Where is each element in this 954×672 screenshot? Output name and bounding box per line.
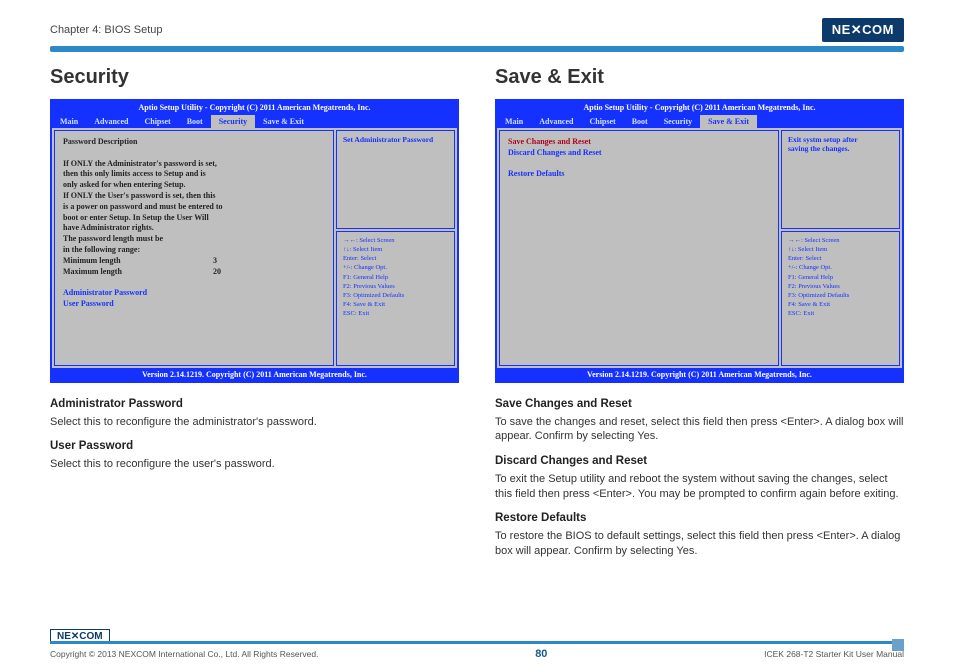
bios-tabs: Main Advanced Chipset Boot Security Save… [52,114,457,128]
pw-line: If ONLY the User's password is set, then… [63,191,325,202]
help-line: F2: Previous Values [343,282,448,291]
bios-title: Aptio Setup Utility - Copyright (C) 2011… [497,101,902,114]
desc-h-restore: Restore Defaults [495,511,904,527]
col-security: Security Aptio Setup Utility - Copyright… [50,66,459,559]
help-line: +/-: Change Opt. [788,263,893,272]
help-line: F4: Save & Exit [343,300,448,309]
min-length-row: Minimum length 3 [63,256,325,267]
hint-line: Exit systm setup after [788,135,893,144]
header-rule [50,46,904,52]
bios-screenshot-saveexit: Aptio Setup Utility - Copyright (C) 2011… [495,99,904,383]
tab-saveexit[interactable]: Save & Exit [700,115,757,128]
page-footer: Copyright © 2013 NEXCOM International Co… [50,641,904,660]
help-line: F1: General Help [343,273,448,282]
save-changes-reset-item[interactable]: Save Changes and Reset [508,137,770,148]
tab-security[interactable]: Security [656,115,700,128]
brand-logo: NE✕COM [822,18,904,42]
tab-advanced[interactable]: Advanced [86,115,136,128]
desc-p-admin: Select this to reconfigure the administr… [50,415,459,430]
min-length-value: 3 [213,256,217,267]
tab-advanced[interactable]: Advanced [531,115,581,128]
bios-help-hint: Set Administrator Password [336,130,455,229]
col-saveexit: Save & Exit Aptio Setup Utility - Copyri… [495,66,904,559]
desc-p-user: Select this to reconfigure the user's pa… [50,457,459,472]
help-line: F3: Optimized Defaults [343,291,448,300]
desc-saveexit: Save Changes and Reset To save the chang… [495,397,904,559]
desc-p-discard: To exit the Setup utility and reboot the… [495,472,904,502]
pw-line: The password length must be [63,234,325,245]
max-length-label: Maximum length [63,267,213,278]
admin-password-item[interactable]: Administrator Password [63,288,325,299]
footer-manual: ICEK 268-T2 Starter Kit User Manual [764,649,904,659]
desc-h-admin: Administrator Password [50,397,459,413]
bios-title: Aptio Setup Utility - Copyright (C) 2011… [52,101,457,114]
user-password-item[interactable]: User Password [63,299,325,310]
heading-security: Security [50,66,459,89]
tab-main[interactable]: Main [52,115,86,128]
bios-help-hint: Exit systm setup after saving the change… [781,130,900,229]
desc-h-discard: Discard Changes and Reset [495,454,904,470]
pw-line: boot or enter Setup. In Setup the User W… [63,213,325,224]
tab-main[interactable]: Main [497,115,531,128]
footer-copyright: Copyright © 2013 NEXCOM International Co… [50,649,318,659]
max-length-value: 20 [213,267,221,278]
pw-desc-heading: Password Description [63,137,325,148]
max-length-row: Maximum length 20 [63,267,325,278]
tab-chipset[interactable]: Chipset [581,115,623,128]
tab-boot[interactable]: Boot [624,115,656,128]
help-line: ↑↓: Select Item [343,245,448,254]
desc-p-restore: To restore the BIOS to default settings,… [495,529,904,559]
bios-version: Version 2.14.1219. Copyright (C) 2011 Am… [52,368,457,381]
tab-security[interactable]: Security [211,115,255,128]
desc-p-save: To save the changes and reset, select th… [495,415,904,445]
help-line: ↑↓: Select Item [788,245,893,254]
help-line: Enter: Select [788,254,893,263]
pw-line: is a power on password and must be enter… [63,202,325,213]
tab-saveexit[interactable]: Save & Exit [255,115,312,128]
bios-screenshot-security: Aptio Setup Utility - Copyright (C) 2011… [50,99,459,383]
pw-line: in the following range: [63,245,325,256]
help-line: +/-: Change Opt. [343,263,448,272]
help-line: Enter: Select [343,254,448,263]
tab-boot[interactable]: Boot [179,115,211,128]
help-line: F3: Optimized Defaults [788,291,893,300]
help-line: →←: Select Screen [343,236,448,245]
desc-h-save: Save Changes and Reset [495,397,904,413]
bios-tabs: Main Advanced Chipset Boot Security Save… [497,114,902,128]
help-line: ESC: Exit [788,309,893,318]
bios-key-help: →←: Select Screen ↑↓: Select Item Enter:… [781,231,900,366]
restore-defaults-item[interactable]: Restore Defaults [508,169,770,180]
chapter-title: Chapter 4: BIOS Setup [50,24,163,36]
help-line: →←: Select Screen [788,236,893,245]
bios-version: Version 2.14.1219. Copyright (C) 2011 Am… [497,368,902,381]
help-line: F2: Previous Values [788,282,893,291]
pw-line: If ONLY the Administrator's password is … [63,159,325,170]
desc-h-user: User Password [50,439,459,455]
pw-line: have Administrator rights. [63,223,325,234]
min-length-label: Minimum length [63,256,213,267]
page-header: Chapter 4: BIOS Setup NE✕COM [50,18,904,42]
pw-line: only asked for when entering Setup. [63,180,325,191]
help-line: F1: General Help [788,273,893,282]
tab-chipset[interactable]: Chipset [136,115,178,128]
help-line: ESC: Exit [343,309,448,318]
heading-saveexit: Save & Exit [495,66,904,89]
desc-security: Administrator Password Select this to re… [50,397,459,472]
page-number: 80 [535,648,547,660]
discard-changes-reset-item[interactable]: Discard Changes and Reset [508,148,770,159]
help-line: F4: Save & Exit [788,300,893,309]
bios-left-pane: Password Description If ONLY the Adminis… [54,130,334,366]
hint-line: saving the changes. [788,144,893,153]
bios-left-pane: Save Changes and Reset Discard Changes a… [499,130,779,366]
footer-rule [50,641,904,644]
bios-key-help: →←: Select Screen ↑↓: Select Item Enter:… [336,231,455,366]
pw-line: then this only limits access to Setup an… [63,169,325,180]
